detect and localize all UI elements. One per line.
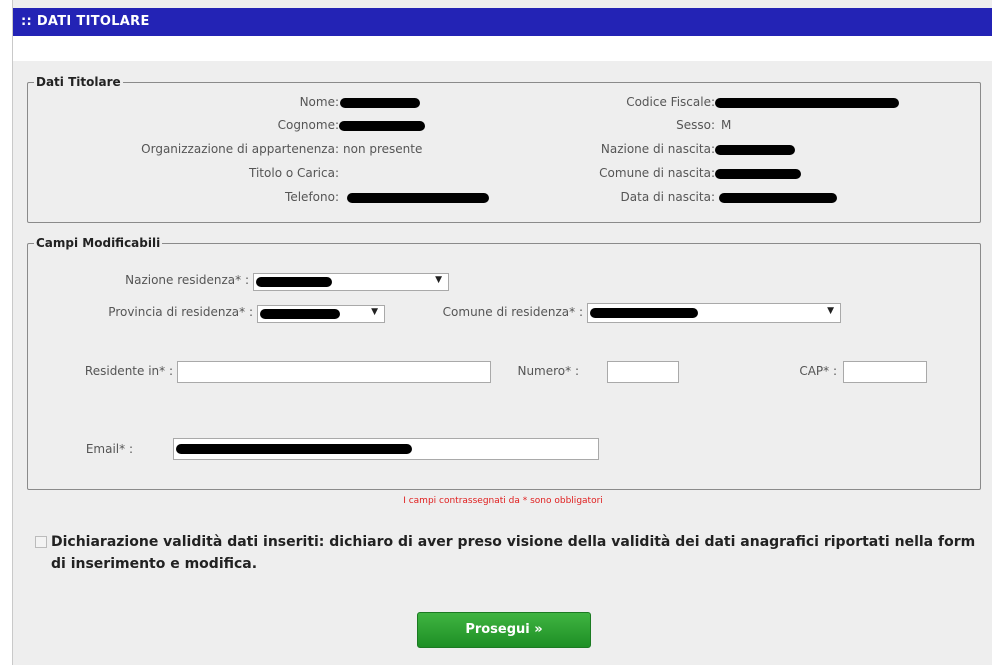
required-fields-note: I campi contrassegnati da * sono obbliga… [403, 496, 603, 506]
codice-fiscale-redacted [715, 98, 899, 108]
chevron-down-icon: ▼ [371, 307, 378, 317]
residente-label: Residente in* : [84, 364, 173, 378]
email-input[interactable] [173, 438, 599, 460]
section-title: :: DATI TITOLARE [21, 14, 150, 29]
email-redacted [176, 444, 412, 454]
provincia-residenza-redacted [260, 309, 340, 319]
nazione-residenza-label: Nazione residenza* : [125, 273, 249, 287]
nazione-nascita-redacted [715, 145, 795, 155]
comune-residenza-redacted [590, 308, 698, 318]
header-spacer [13, 36, 992, 61]
declaration-checkbox[interactable] [35, 536, 47, 548]
data-nascita-redacted [719, 193, 837, 203]
campi-modificabili-legend: Campi Modificabili [36, 236, 161, 250]
chevron-down-icon: ▼ [827, 306, 834, 316]
comune-nascita-redacted [715, 169, 801, 179]
nazione-residenza-select[interactable]: ▼ [253, 273, 449, 291]
page-margin [0, 0, 12, 665]
numero-label: Numero* : [517, 364, 579, 378]
organizzazione-value: non presente [343, 142, 423, 156]
prosegui-button[interactable]: Prosegui » [417, 612, 591, 648]
email-label: Email* : [85, 442, 133, 456]
titolo-label: Titolo o Carica: [249, 166, 339, 180]
cap-label: CAP* : [799, 364, 837, 378]
nome-value-redacted [340, 98, 420, 108]
telefono-value-redacted [347, 193, 489, 203]
comune-nascita-label: Comune di nascita: [599, 166, 715, 180]
main-panel: :: DATI TITOLARE Dati Titolare Nome: Cog… [12, 0, 992, 665]
telefono-label: Telefono: [285, 190, 339, 204]
provincia-residenza-select[interactable]: ▼ [257, 305, 385, 323]
sesso-label: Sesso: [676, 118, 715, 132]
provincia-residenza-label: Provincia di residenza* : [108, 305, 253, 319]
residente-input[interactable] [177, 361, 491, 383]
comune-residenza-label: Comune di residenza* : [442, 305, 583, 319]
organizzazione-label: Organizzazione di appartenenza: [141, 142, 339, 156]
nazione-residenza-redacted [256, 277, 332, 287]
declaration-text: Dichiarazione validità dati inseriti: di… [51, 534, 976, 572]
sesso-value: M [721, 118, 732, 132]
codice-fiscale-label: Codice Fiscale: [626, 95, 715, 109]
section-header: :: DATI TITOLARE [13, 8, 992, 36]
comune-residenza-select[interactable]: ▼ [587, 303, 841, 323]
cognome-value-redacted [339, 121, 425, 131]
data-nascita-label: Data di nascita: [620, 190, 715, 204]
nazione-nascita-label: Nazione di nascita: [600, 142, 715, 156]
nome-label: Nome: [299, 95, 339, 109]
cap-input[interactable] [843, 361, 927, 383]
numero-input[interactable] [607, 361, 679, 383]
dati-titolare-legend: Dati Titolare [36, 75, 121, 89]
cognome-label: Cognome: [277, 118, 339, 132]
chevron-down-icon: ▼ [435, 275, 442, 285]
